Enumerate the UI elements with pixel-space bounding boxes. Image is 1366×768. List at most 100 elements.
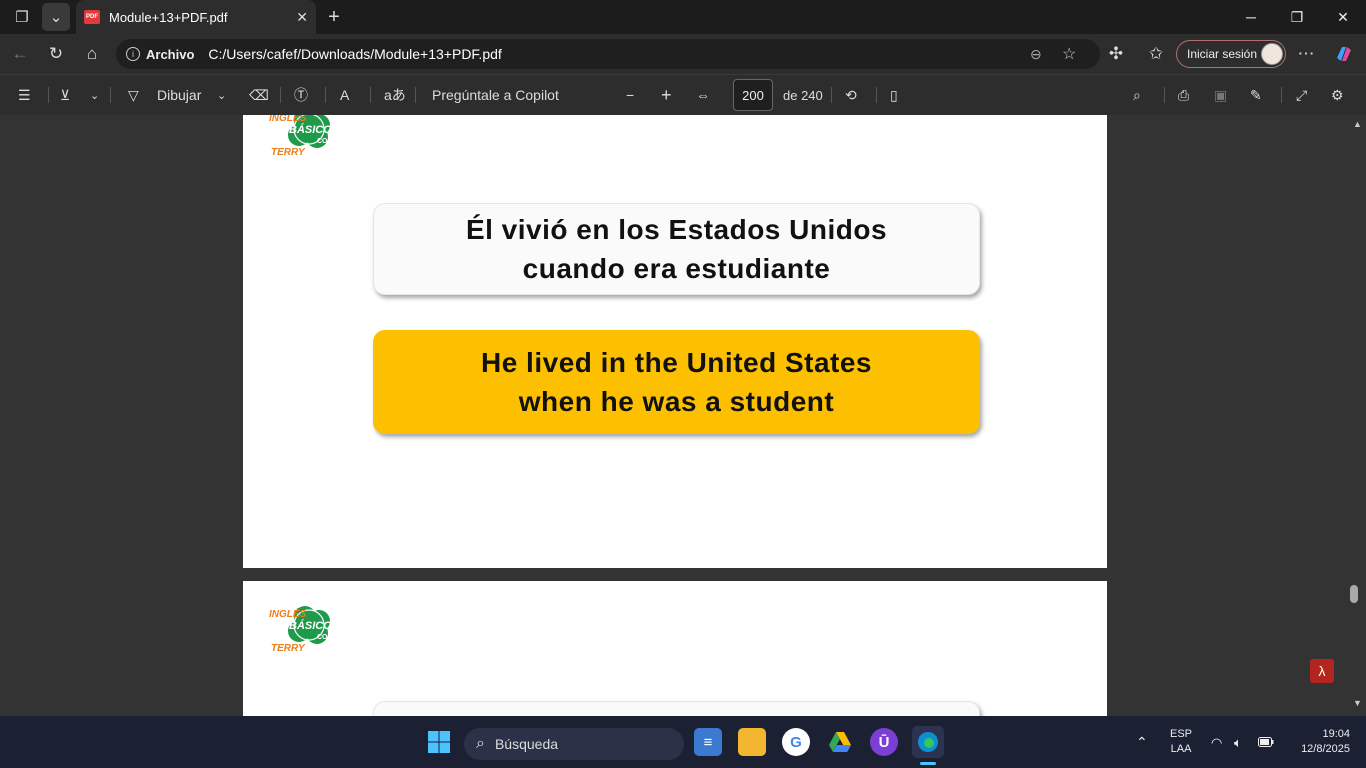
notepad-icon[interactable]: ≡ [694, 728, 722, 756]
signin-button[interactable]: Iniciar sesión [1176, 40, 1286, 68]
clock-time: 19:04 [1322, 728, 1350, 740]
pdf-icon: PDF [84, 10, 100, 24]
divider [876, 87, 877, 103]
next-card-partial [373, 701, 980, 716]
favorite-star-icon[interactable]: ☆ [1062, 44, 1076, 64]
page-number-input[interactable]: 200 [733, 79, 773, 111]
fit-to-width-icon[interactable]: ⇔ [696, 83, 710, 107]
favorites-icon[interactable]: ✩ [1142, 40, 1170, 68]
divider [110, 87, 111, 103]
divider [831, 87, 832, 103]
page-view-icon[interactable]: ▯ [890, 83, 898, 107]
wifi-icon[interactable]: ◠ [1211, 716, 1222, 768]
app-u-icon[interactable]: Ū [870, 728, 898, 756]
scroll-down-icon[interactable]: ▼ [1353, 698, 1362, 708]
logo-text-line4: TERRY [271, 147, 306, 158]
zoom-out-icon[interactable]: − [626, 83, 634, 107]
save-as-icon[interactable]: ✎ [1250, 83, 1262, 107]
contents-icon[interactable]: ☰ [18, 83, 31, 107]
tab-actions-chevron-icon[interactable]: ⌄ [42, 3, 70, 31]
more-options-icon[interactable]: ⋯ [1292, 40, 1320, 68]
divider [325, 87, 326, 103]
pdf-viewer[interactable]: INGLÉS BÁSICO CON TERRY Él vivió en los … [0, 115, 1366, 716]
show-hidden-icons-chevron[interactable]: ⌃ [1136, 716, 1148, 768]
clock-date: 12/8/2025 [1301, 743, 1350, 755]
info-icon[interactable]: i [126, 47, 140, 61]
zoom-in-icon[interactable]: + [661, 83, 672, 107]
logo-text-line2: BÁSICO [289, 619, 332, 632]
print-icon[interactable]: ⎙ [1178, 83, 1189, 107]
taskbar-search[interactable]: ⌕ Búsqueda [464, 728, 684, 760]
draw-icon[interactable]: ▽ [128, 83, 139, 107]
restore-button[interactable]: ❐ [1274, 0, 1320, 34]
google-chrome-icon[interactable]: G [782, 728, 810, 756]
url-field[interactable]: i Archivo C:/Users/cafef/Downloads/Modul… [116, 39, 1100, 69]
english-line-1: He lived in the United States [480, 347, 873, 378]
highlight-chevron-icon[interactable]: ⌄ [90, 83, 99, 107]
logo-text-line1: INGLÉS [269, 607, 307, 620]
tab-title: Module+13+PDF.pdf [109, 9, 228, 25]
search-icon[interactable]: ⌕ [1133, 83, 1141, 107]
read-aloud-icon[interactable]: A [340, 83, 349, 107]
pdf-page: INGLÉS BÁSICO CON TERRY [243, 581, 1107, 716]
acrobat-icon[interactable]: λ [1310, 659, 1334, 683]
logo-text-line2: BÁSICO [289, 123, 332, 136]
keyboard-layout: LAA [1170, 743, 1192, 755]
file-explorer-icon[interactable] [738, 728, 766, 756]
windows-start-icon[interactable] [425, 728, 453, 756]
battery-icon[interactable] [1258, 716, 1274, 768]
avatar [1261, 43, 1283, 65]
close-tab-icon[interactable]: ✕ [296, 9, 308, 26]
draw-chevron-icon[interactable]: ⌄ [217, 83, 226, 107]
refresh-icon[interactable]: ↻ [42, 40, 70, 68]
spanish-sentence-card: Él vivió en los Estados Unidos cuando er… [373, 203, 980, 295]
vertical-scrollbar[interactable]: ▲ ▼ [1348, 115, 1366, 716]
copilot-icon[interactable] [1330, 40, 1358, 68]
spanish-line-2: cuando era estudiante [522, 253, 831, 284]
translate-icon[interactable]: aあ [384, 83, 406, 107]
language-indicator[interactable]: ESP LAA [1170, 716, 1192, 768]
save-icon[interactable]: ▣ [1214, 83, 1227, 107]
divider [370, 87, 371, 103]
logo-text-line4: TERRY [271, 643, 306, 654]
highlight-icon[interactable]: ⊻ [60, 83, 70, 107]
zoom-icon[interactable]: ⊖ [1030, 46, 1042, 63]
english-sentence-card: He lived in the United States when he wa… [373, 330, 980, 434]
settings-gear-icon[interactable]: ⚙ [1331, 83, 1344, 107]
draw-button[interactable]: Dibujar [157, 83, 201, 107]
rotate-icon[interactable]: ⟲ [845, 83, 857, 107]
pdf-page: INGLÉS BÁSICO CON TERRY Él vivió en los … [243, 115, 1107, 568]
fullscreen-icon[interactable]: ⤢ [1296, 83, 1307, 107]
address-bar: ← ↻ ⌂ i Archivo C:/Users/cafef/Downloads… [0, 34, 1366, 74]
search-placeholder: Búsqueda [494, 736, 559, 752]
taskbar: ⌕ Búsqueda ≡ G Ū ⌃ ESP LAA ◠ 🔈︎ 19:04 12… [0, 716, 1366, 768]
logo-text-line1: INGLÉS [269, 115, 307, 124]
divider [48, 87, 49, 103]
minimize-button[interactable]: ─ [1228, 0, 1274, 34]
volume-icon[interactable]: 🔈︎ [1234, 716, 1242, 768]
back-icon[interactable]: ← [6, 40, 34, 68]
language-code: ESP [1170, 728, 1193, 740]
scroll-up-icon[interactable]: ▲ [1353, 119, 1362, 129]
text-box-icon[interactable]: Ⓣ [294, 83, 308, 107]
divider [1281, 87, 1282, 103]
close-window-button[interactable]: ✕ [1320, 0, 1366, 34]
new-tab-icon[interactable]: + [320, 3, 348, 31]
ask-copilot-button[interactable]: Pregúntale a Copilot [432, 83, 559, 107]
tab-pdf[interactable]: PDF Module+13+PDF.pdf ✕ [76, 0, 316, 34]
title-bar: ❐ ⌄ PDF Module+13+PDF.pdf ✕ + ─ ❐ ✕ [0, 0, 1366, 34]
clock[interactable]: 19:04 12/8/2025 [1290, 716, 1350, 768]
workspaces-icon[interactable]: ❐ [8, 3, 36, 31]
google-drive-icon[interactable] [826, 728, 854, 756]
ingles-basico-logo: INGLÉS BÁSICO CON TERRY [269, 115, 347, 158]
divider [280, 87, 281, 103]
scrollbar-thumb[interactable] [1350, 585, 1358, 603]
home-icon[interactable]: ⌂ [78, 40, 106, 68]
divider [415, 87, 416, 103]
extensions-icon[interactable]: ✣ [1102, 40, 1130, 68]
english-line-2: when he was a student [518, 386, 835, 417]
signin-label: Iniciar sesión [1187, 47, 1258, 61]
microsoft-edge-icon[interactable] [912, 726, 944, 758]
erase-icon[interactable]: ⌫ [249, 83, 269, 107]
total-pages: de 240 [783, 87, 823, 103]
